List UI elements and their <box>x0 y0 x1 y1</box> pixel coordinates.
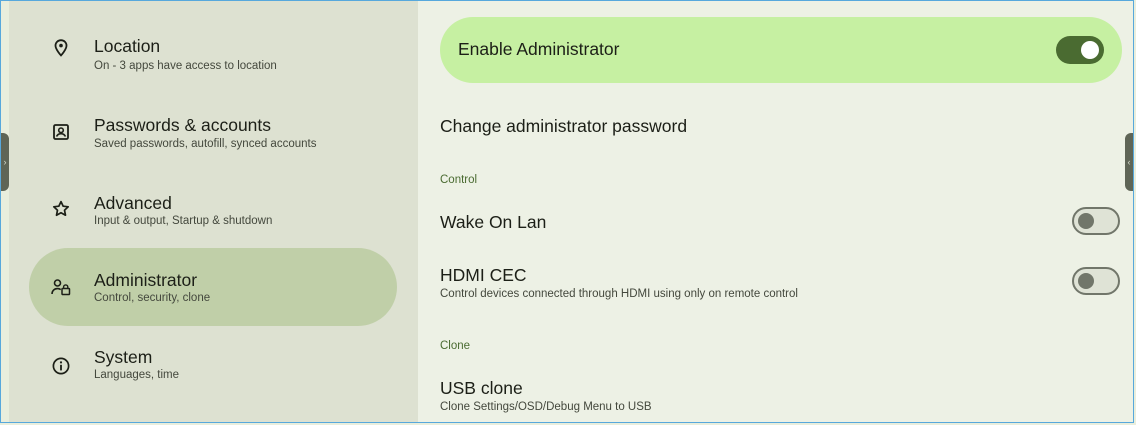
chevron-right-icon: › <box>3 156 7 167</box>
settings-window: Location On - 3 apps have access to loca… <box>0 0 1134 423</box>
toggle-knob <box>1078 273 1094 289</box>
chevron-left-icon: ‹ <box>1127 156 1131 167</box>
location-pin-icon <box>51 38 71 58</box>
administrator-settings-panel: Enable Administrator Change administrato… <box>418 1 1133 422</box>
enable-administrator-row[interactable]: Enable Administrator <box>440 17 1122 83</box>
wake-on-lan-label: Wake On Lan <box>440 212 547 232</box>
sidebar-item-title: Location <box>94 36 161 56</box>
star-outline-icon <box>51 198 71 218</box>
admin-lock-icon <box>51 277 71 297</box>
sidebar-item-subtitle: On - 3 apps have access to location <box>94 60 277 72</box>
sidebar-item-title: System <box>94 347 153 367</box>
sidebar-item-title: Administrator <box>94 270 198 290</box>
clone-section-heading: Clone <box>440 340 471 352</box>
sidebar-item-advanced[interactable]: Advanced Input & output, Startup & shutd… <box>29 169 397 247</box>
sidebar-item-subtitle: Languages, time <box>94 369 180 381</box>
usb-clone-label: USB clone <box>440 378 523 398</box>
hdmi-cec-label: HDMI CEC <box>440 265 527 285</box>
enable-administrator-toggle[interactable] <box>1056 36 1104 64</box>
hdmi-cec-toggle[interactable] <box>1072 267 1120 295</box>
change-password-label: Change administrator password <box>440 116 688 136</box>
sidebar-item-subtitle: Saved passwords, autofill, synced accoun… <box>94 138 317 150</box>
sidebar-item-location[interactable]: Location On - 3 apps have access to loca… <box>29 9 397 87</box>
sidebar-item-passwords-accounts[interactable]: Passwords & accounts Saved passwords, au… <box>29 93 397 171</box>
control-section-heading: Control <box>440 174 478 186</box>
sidebar-item-subtitle: Input & output, Startup & shutdown <box>94 215 273 227</box>
settings-sidebar: Location On - 3 apps have access to loca… <box>9 1 418 422</box>
usb-clone-description: Clone Settings/OSD/Debug Menu to USB <box>440 401 652 413</box>
sidebar-item-system[interactable]: System Languages, time <box>29 327 397 405</box>
sidebar-item-administrator[interactable]: Administrator Control, security, clone <box>29 248 397 326</box>
enable-administrator-label: Enable Administrator <box>458 39 620 59</box>
left-edge-handle[interactable]: › <box>1 133 9 191</box>
right-edge-handle[interactable]: ‹ <box>1125 133 1133 191</box>
toggle-knob <box>1078 213 1094 229</box>
info-icon <box>51 356 71 376</box>
toggle-knob <box>1081 41 1099 59</box>
account-box-icon <box>51 122 71 142</box>
sidebar-item-subtitle: Control, security, clone <box>94 292 211 304</box>
sidebar-item-title: Advanced <box>94 193 172 213</box>
wake-on-lan-toggle[interactable] <box>1072 207 1120 235</box>
hdmi-cec-description: Control devices connected through HDMI u… <box>440 288 798 300</box>
sidebar-item-title: Passwords & accounts <box>94 115 272 135</box>
